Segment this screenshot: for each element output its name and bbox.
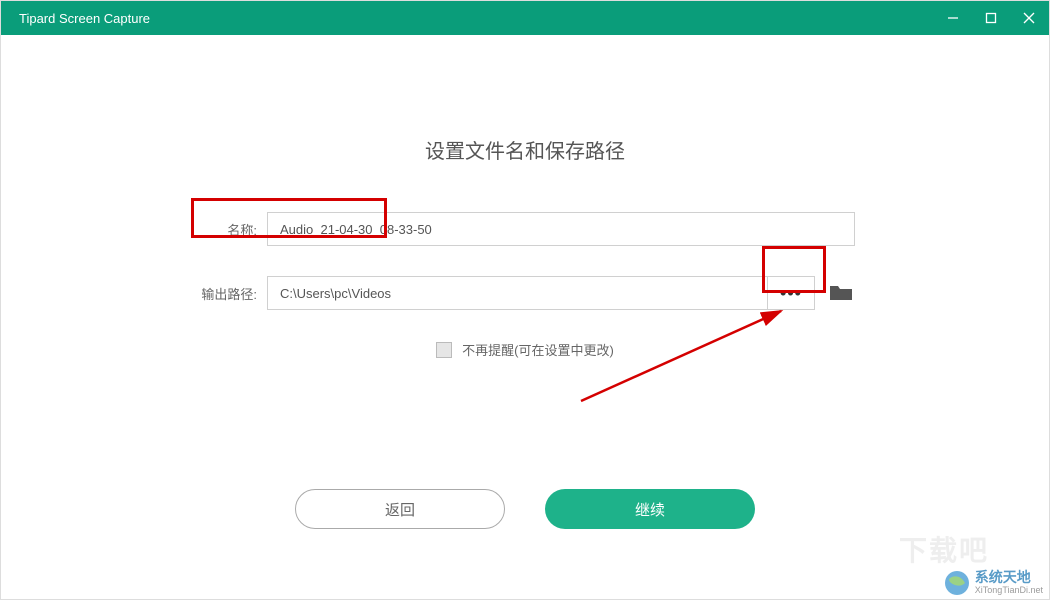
name-label: 名称: <box>195 220 257 239</box>
form: 名称: 输出路径: ••• 不再提醒(可在设置中更改) <box>195 212 855 359</box>
checkbox-row: 不再提醒(可在设置中更改) <box>195 340 855 359</box>
watermark-cn: 系统天地 <box>975 570 1043 585</box>
close-button[interactable] <box>1019 8 1039 28</box>
button-row: 返回 继续 <box>1 489 1049 529</box>
dont-remind-checkbox[interactable] <box>436 342 452 358</box>
maximize-button[interactable] <box>981 8 1001 28</box>
globe-icon <box>943 569 971 597</box>
browse-button[interactable]: ••• <box>767 276 815 310</box>
window-controls <box>943 8 1039 28</box>
watermark-en: XiTongTianDi.net <box>975 586 1043 596</box>
app-window: Tipard Screen Capture 设置文件名和保存路径 名称: 输出路… <box>0 0 1050 600</box>
name-input[interactable] <box>267 212 855 246</box>
faded-watermark: 下载吧 <box>899 529 989 569</box>
folder-icon <box>829 283 853 303</box>
name-row: 名称: <box>195 212 855 246</box>
page-title: 设置文件名和保存路径 <box>1 135 1049 164</box>
watermark-text: 系统天地 XiTongTianDi.net <box>975 570 1043 595</box>
watermark: 系统天地 XiTongTianDi.net <box>943 569 1043 597</box>
path-label: 输出路径: <box>195 284 257 303</box>
continue-button[interactable]: 继续 <box>545 489 755 529</box>
path-row: 输出路径: ••• <box>195 276 855 310</box>
dont-remind-label: 不再提醒(可在设置中更改) <box>462 340 614 359</box>
minimize-button[interactable] <box>943 8 963 28</box>
path-group: ••• <box>267 276 815 310</box>
path-input[interactable] <box>267 276 767 310</box>
open-folder-button[interactable] <box>827 282 855 304</box>
content-area: 设置文件名和保存路径 名称: 输出路径: ••• <box>1 35 1049 599</box>
back-button[interactable]: 返回 <box>295 489 505 529</box>
titlebar: Tipard Screen Capture <box>1 1 1049 35</box>
window-title: Tipard Screen Capture <box>19 11 150 26</box>
